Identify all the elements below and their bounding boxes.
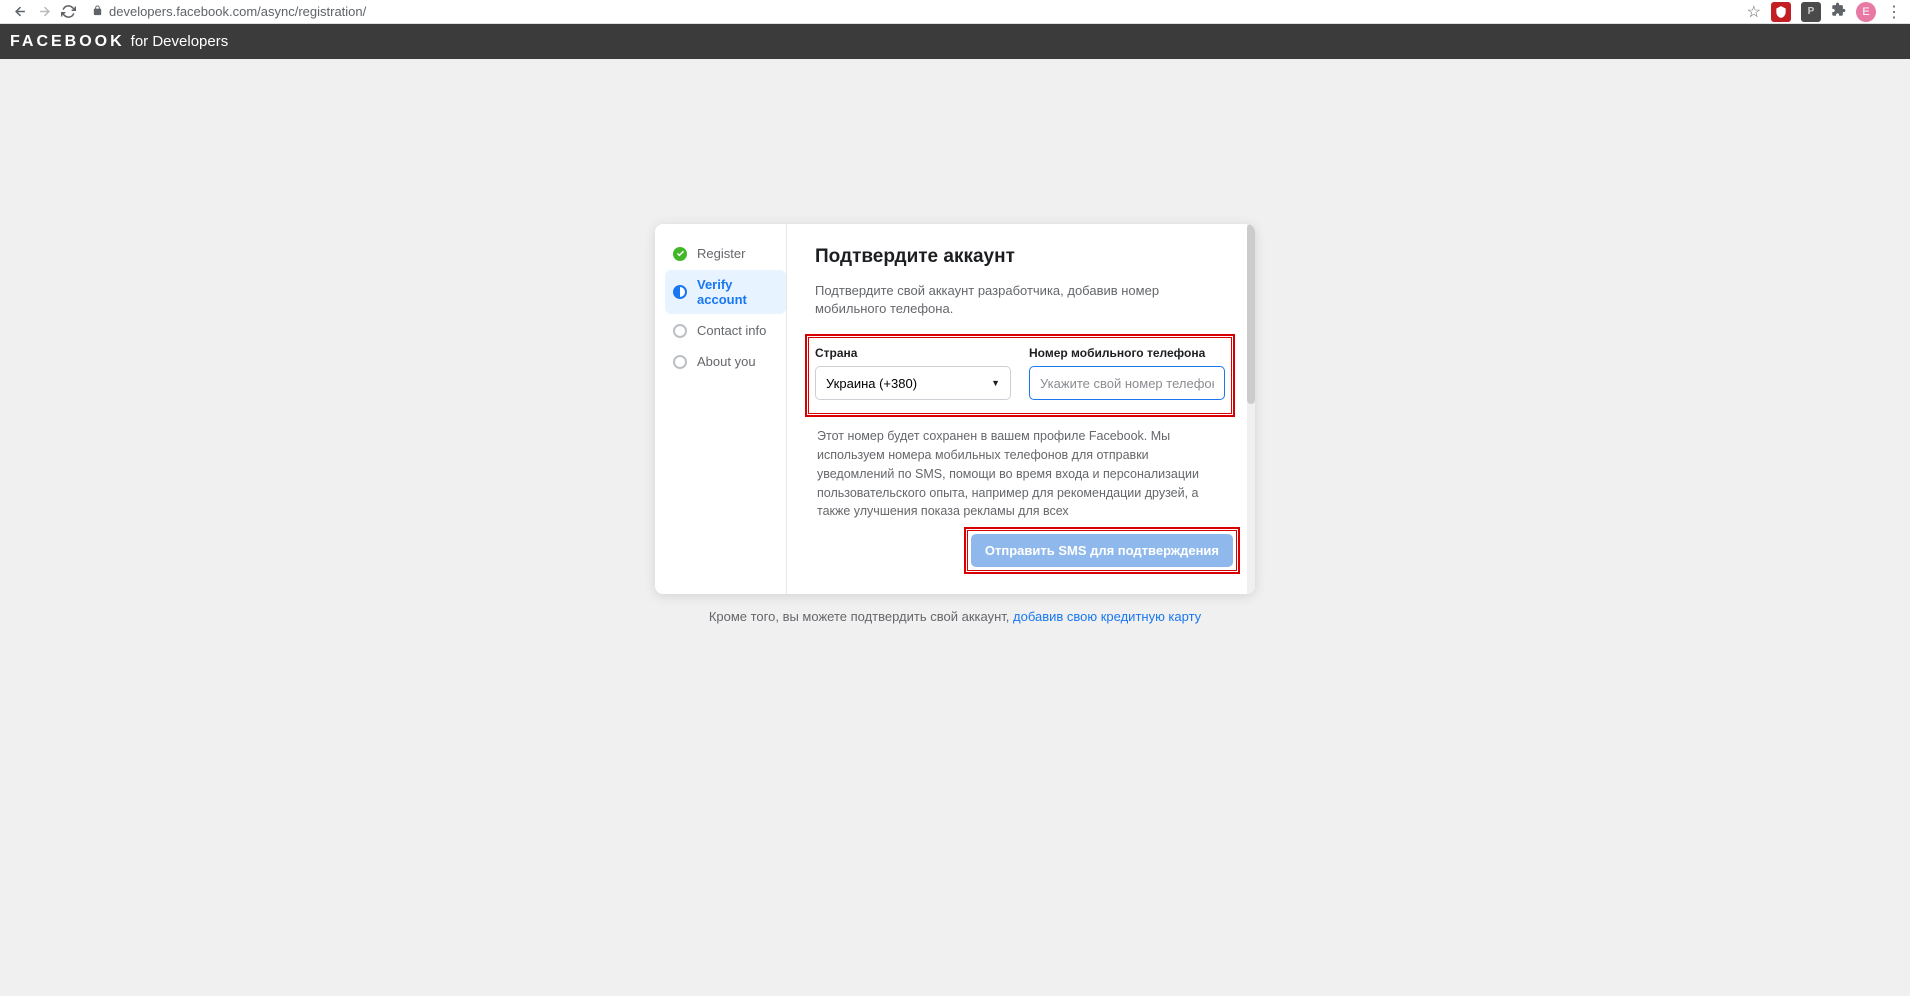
scrollbar-thumb[interactable] — [1247, 224, 1255, 404]
phone-label: Номер мобильного телефона — [1029, 346, 1225, 360]
url-text: developers.facebook.com/async/registrati… — [109, 4, 366, 19]
half-circle-icon — [673, 285, 687, 299]
country-select[interactable]: Украина (+380) — [815, 366, 1011, 400]
step-label: Register — [697, 246, 745, 261]
step-label: Contact info — [697, 323, 766, 338]
country-label: Страна — [815, 346, 1011, 360]
extensions-icon[interactable] — [1831, 2, 1846, 22]
site-header: FACEBOOK for Developers — [0, 24, 1910, 59]
extension-p-icon[interactable]: P — [1801, 2, 1821, 22]
alternative-text: Кроме того, вы можете подтвердить свой а… — [655, 609, 1255, 624]
page-title: Подтвердите аккаунт — [815, 246, 1225, 268]
back-button[interactable] — [8, 0, 32, 24]
facebook-logo: FACEBOOK — [10, 33, 125, 51]
submit-highlight: Отправить SMS для подтверждения — [964, 527, 1240, 574]
browser-toolbar: developers.facebook.com/async/registrati… — [0, 0, 1910, 24]
step-verify-account[interactable]: Verify account — [665, 270, 786, 314]
header-subtitle: for Developers — [131, 33, 229, 50]
step-label: About you — [697, 354, 756, 369]
page-subtitle: Подтвердите свой аккаунт разработчика, д… — [815, 282, 1225, 318]
step-contact-info[interactable]: Contact info — [665, 316, 786, 345]
circle-icon — [673, 355, 687, 369]
step-label: Verify account — [697, 277, 778, 307]
address-bar[interactable]: developers.facebook.com/async/registrati… — [92, 4, 1747, 19]
reload-button[interactable] — [56, 0, 80, 24]
phone-input[interactable] — [1029, 366, 1225, 400]
dialog-scrollbar[interactable] — [1247, 224, 1255, 594]
country-value: Украина (+380) — [826, 376, 917, 391]
menu-icon[interactable]: ⋮ — [1886, 2, 1902, 22]
profile-avatar[interactable]: E — [1856, 2, 1876, 22]
step-register[interactable]: Register — [665, 239, 786, 268]
steps-sidebar: Register Verify account Contact info Abo… — [655, 224, 787, 594]
extension-ublock-icon[interactable] — [1771, 2, 1791, 22]
lock-icon — [92, 4, 103, 19]
star-icon[interactable]: ☆ — [1747, 2, 1761, 22]
check-icon — [673, 247, 687, 261]
registration-dialog: Register Verify account Contact info Abo… — [655, 224, 1255, 594]
phone-form-highlight: Страна Украина (+380) Номер мобильного т… — [805, 334, 1235, 417]
step-about-you[interactable]: About you — [665, 347, 786, 376]
dialog-content: Подтвердите аккаунт Подтвердите свой акк… — [787, 224, 1255, 594]
circle-icon — [673, 324, 687, 338]
forward-button[interactable] — [32, 0, 56, 24]
helper-text: Этот номер будет сохранен в вашем профил… — [815, 427, 1225, 521]
credit-card-link[interactable]: добавив свою кредитную карту — [1013, 609, 1201, 624]
send-sms-button[interactable]: Отправить SMS для подтверждения — [971, 534, 1233, 567]
